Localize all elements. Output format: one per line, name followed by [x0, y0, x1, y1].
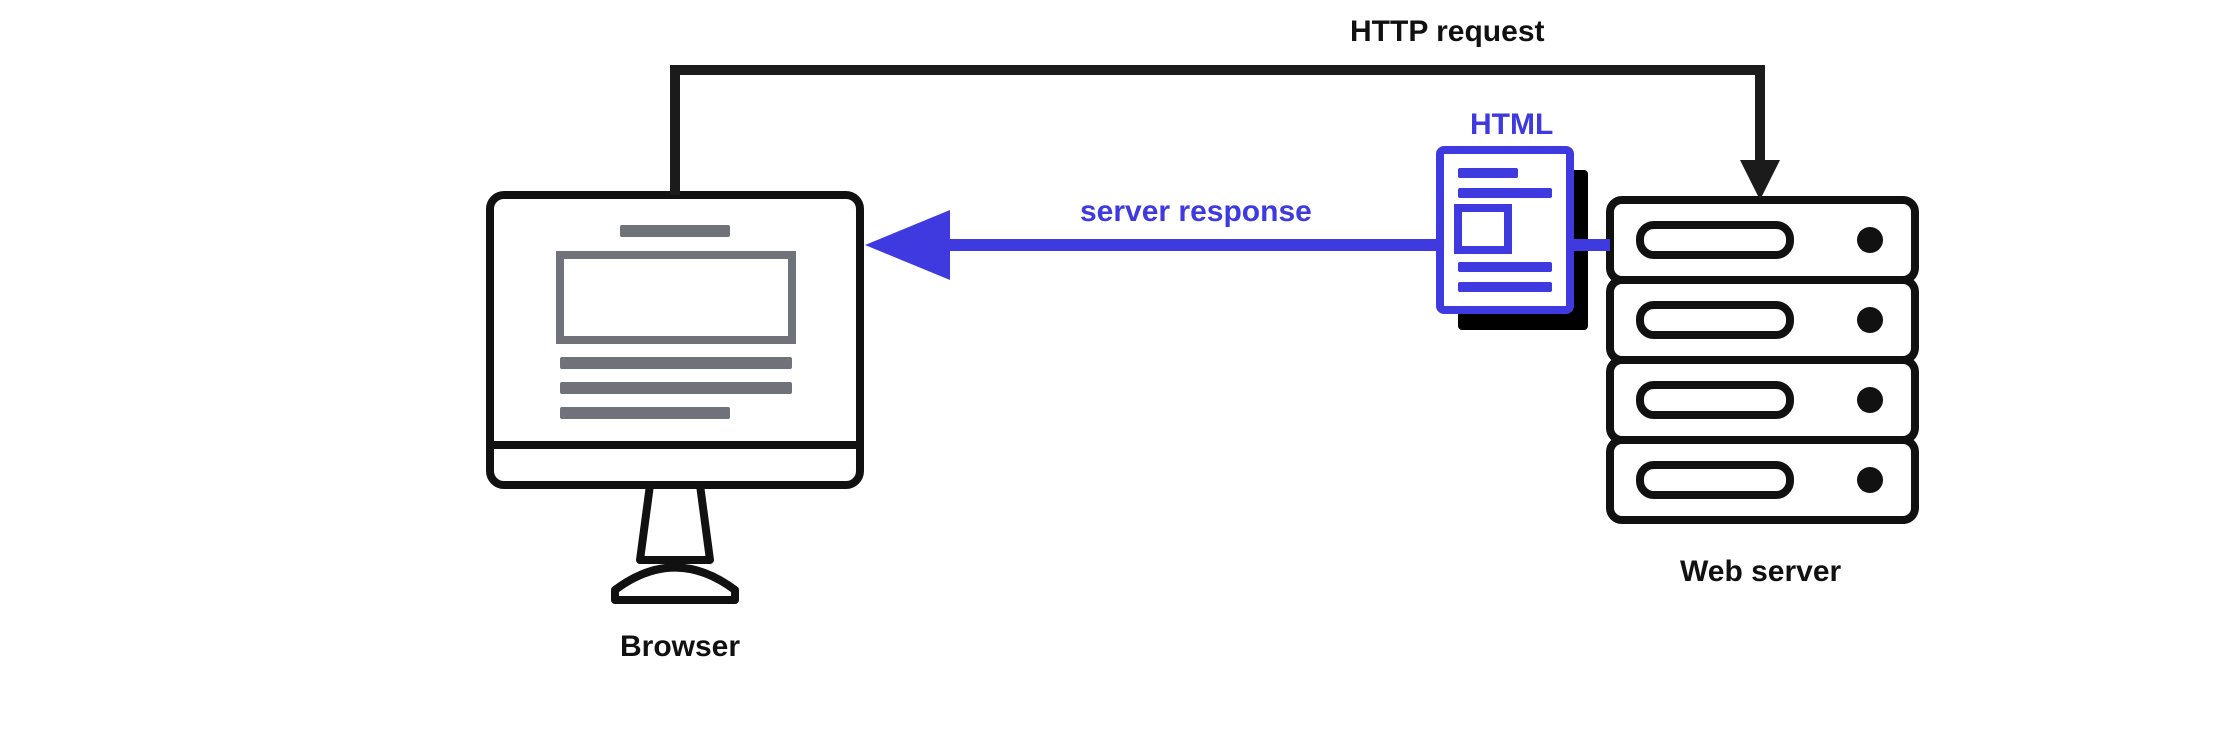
html-document-node: [1440, 150, 1588, 330]
web-server-caption: Web server: [1680, 555, 1841, 589]
diagram-canvas: [0, 0, 2232, 740]
server-response-label: server response: [1080, 195, 1312, 229]
web-server-node: [1610, 200, 1915, 520]
http-request-arrow: [675, 70, 1780, 200]
browser-node: [490, 195, 860, 600]
html-document-label: HTML: [1470, 108, 1553, 142]
http-request-label: HTTP request: [1350, 15, 1545, 49]
browser-caption: Browser: [620, 630, 740, 664]
http-request-response-diagram: HTTP request server response HTML Browse…: [0, 0, 2232, 740]
